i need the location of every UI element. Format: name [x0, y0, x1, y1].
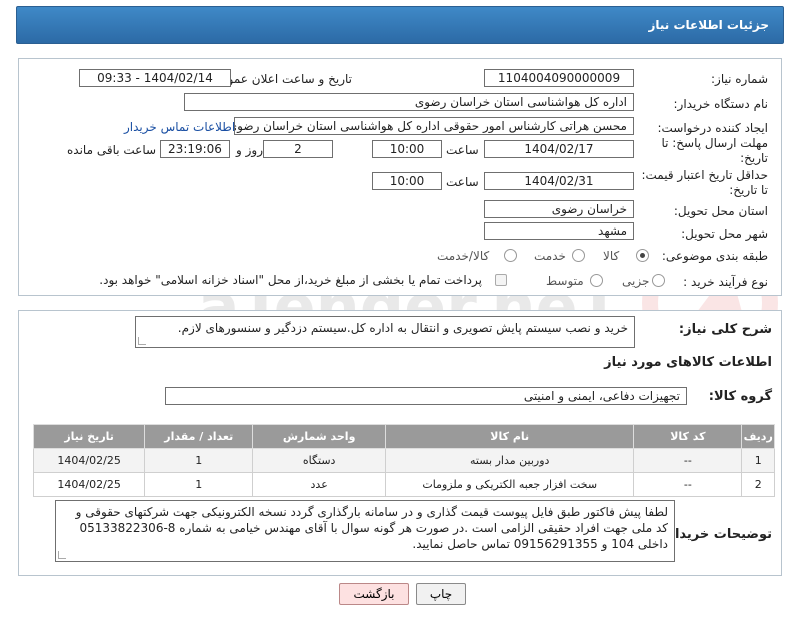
validity-date-field: 1404/02/31: [484, 172, 634, 190]
need-number-field: 1104004090000009: [484, 69, 634, 87]
creator-field: محسن هراتی کارشناس امور حقوقی اداره کل ه…: [234, 117, 634, 135]
remaining-time-label: ساعت باقی مانده: [67, 143, 157, 157]
cell-row-number: 1: [741, 448, 775, 473]
buyer-notes-text: لطفا پیش فاکتور طبق فایل پیوست قیمت گذار…: [55, 500, 675, 562]
goods-group-field: تجهیزات دفاعی، ایمنی و امنیتی: [165, 387, 687, 405]
payment-note: پرداخت تمام یا بخشی از مبلغ خرید،از محل …: [99, 273, 482, 287]
province-field: خراسان رضوی: [484, 200, 634, 218]
cell-unit: دستگاه: [252, 448, 387, 473]
cell-quantity: 1: [144, 472, 254, 497]
description-text: خرید و نصب سیستم پایش تصویری و انتقال به…: [135, 316, 635, 348]
cell-date: 1404/02/25: [32, 472, 146, 497]
resize-grip-icon[interactable]: [58, 551, 66, 559]
category-service-radio[interactable]: [572, 249, 585, 262]
contact-buyer-link[interactable]: اطلاعات تماس خریدار: [124, 120, 235, 134]
process-medium-radio[interactable]: [590, 274, 603, 287]
cell-date: 1404/02/25: [32, 448, 146, 473]
cell-code: --: [633, 472, 743, 497]
deadline-time-field: 10:00: [372, 140, 442, 158]
col-header-unit: واحد شمارش: [252, 424, 387, 449]
city-label: شهر محل تحویل:: [681, 227, 768, 241]
creator-label: ایجاد کننده درخواست:: [657, 121, 768, 135]
validity-label-line1: حداقل تاریخ اعتبار قیمت:: [641, 168, 768, 182]
days-remaining-field: 2: [263, 140, 333, 158]
table-header-row: ردیف کد کالا نام کالا واحد شمارش تعداد /…: [32, 424, 775, 449]
cell-name: دوربین مدار بسته: [385, 448, 635, 473]
treasury-bonds-checkbox[interactable]: [495, 274, 507, 286]
process-medium-label: متوسط: [546, 274, 584, 288]
col-header-date: تاریخ نیاز: [32, 424, 146, 449]
back-button[interactable]: بازگشت: [339, 583, 409, 605]
goods-table: ردیف کد کالا نام کالا واحد شمارش تعداد /…: [32, 424, 775, 497]
announce-field: 1404/02/14 - 09:33: [79, 69, 231, 87]
need-number-label: شماره نیاز:: [711, 72, 768, 86]
print-button[interactable]: چاپ: [416, 583, 466, 605]
table-row: 2 -- سخت افزار جعبه الکتریکی و ملزومات ع…: [32, 472, 775, 497]
category-both-label: کالا/خدمت: [437, 249, 490, 263]
category-goods-label: کالا: [603, 249, 620, 263]
page-title: جزئیات اطلاعات نیاز: [648, 18, 769, 32]
validity-label-line2: تا تاریخ:: [729, 183, 768, 197]
deadline-label-line1: مهلت ارسال پاسخ: تا: [661, 136, 768, 150]
buyer-org-label: نام دستگاه خریدار:: [673, 97, 769, 111]
description-value: خرید و نصب سیستم پایش تصویری و انتقال به…: [177, 321, 628, 335]
deadline-time-label: ساعت: [446, 143, 479, 157]
goods-group-label: گروه کالا:: [708, 389, 772, 404]
goods-section-title: اطلاعات کالاهای مورد نیاز: [604, 355, 772, 370]
resize-grip-icon[interactable]: [138, 337, 146, 345]
days-label: روز و: [236, 143, 263, 157]
validity-time-field: 10:00: [372, 172, 442, 190]
cell-name: سخت افزار جعبه الکتریکی و ملزومات: [385, 472, 635, 497]
cell-quantity: 1: [144, 448, 254, 473]
process-minor-radio[interactable]: [652, 274, 665, 287]
cell-unit: عدد: [252, 472, 387, 497]
remaining-time-field: 23:19:06: [160, 140, 230, 158]
category-goods-radio[interactable]: [636, 249, 649, 262]
col-header-row-number: ردیف: [741, 424, 775, 449]
buyer-notes-label: توضیحات خریدار:: [662, 527, 772, 542]
category-label: طبقه بندی موضوعی:: [661, 249, 768, 263]
buyer-org-field: اداره کل هواشناسی استان خراسان رضوی: [184, 93, 634, 111]
category-both-radio[interactable]: [504, 249, 517, 262]
cell-code: --: [633, 448, 743, 473]
process-label: نوع فرآیند خرید :: [683, 275, 768, 289]
cell-row-number: 2: [741, 472, 775, 497]
table-row: 1 -- دوربین مدار بسته دستگاه 1 1404/02/2…: [32, 448, 775, 473]
col-header-quantity: تعداد / مقدار: [144, 424, 254, 449]
process-minor-label: جزیی: [622, 274, 650, 288]
category-service-label: خدمت: [534, 249, 566, 263]
deadline-date-field: 1404/02/17: [484, 140, 634, 158]
col-header-name: نام کالا: [385, 424, 635, 449]
deadline-label-line2: تاریخ:: [740, 151, 768, 165]
validity-time-label: ساعت: [446, 175, 479, 189]
buyer-notes-value: لطفا پیش فاکتور طبق فایل پیوست قیمت گذار…: [75, 505, 668, 551]
city-field: مشهد: [484, 222, 634, 240]
province-label: استان محل تحویل:: [673, 204, 768, 218]
description-label: شرح کلی نیاز:: [678, 322, 772, 337]
page-header: جزئیات اطلاعات نیاز: [16, 6, 784, 44]
col-header-code: کد کالا: [633, 424, 743, 449]
